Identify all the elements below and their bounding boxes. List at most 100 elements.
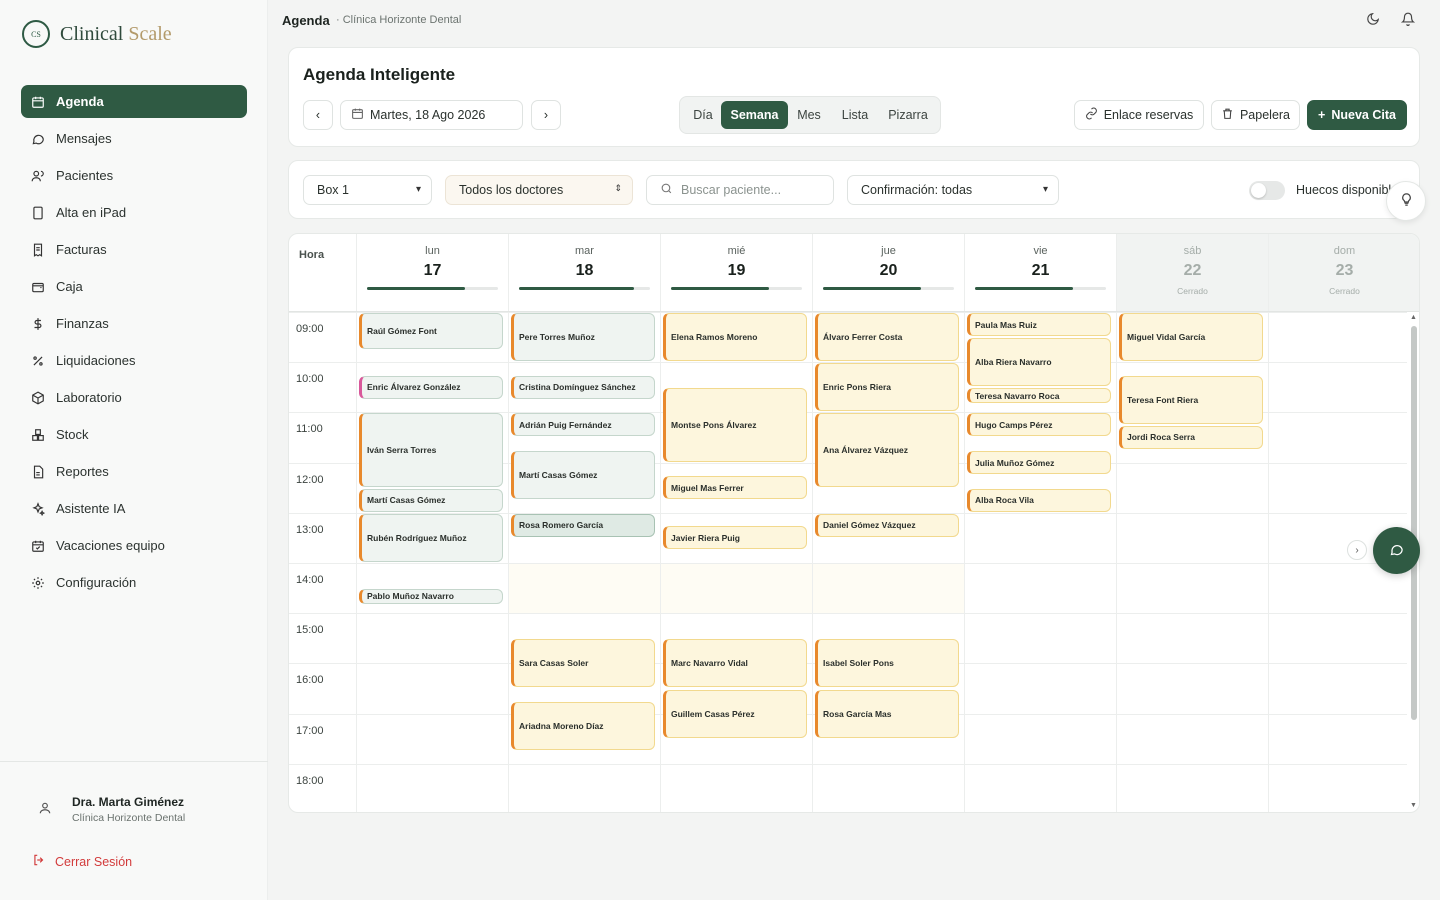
appointment-card[interactable]: Elena Ramos Moreno [663, 313, 807, 362]
appointment-card[interactable]: Rubén Rodríguez Muñoz [359, 513, 503, 562]
appointment-card[interactable]: Pablo Muñoz Navarro [359, 589, 503, 604]
day-header[interactable]: mié 19 [660, 234, 812, 311]
chat-button[interactable] [1373, 527, 1420, 574]
confirmation-select[interactable]: Confirmación: todas ▾ [847, 175, 1059, 205]
view-day-tab[interactable]: Día [684, 101, 722, 129]
sidebar-item-percent[interactable]: Liquidaciones [21, 344, 247, 377]
appointment-card[interactable]: Martí Casas Gómez [359, 488, 503, 512]
sidebar-item-calendar-check[interactable]: Vacaciones equipo [21, 529, 247, 562]
scroll-up-icon[interactable]: ▲ [1410, 314, 1417, 321]
occupancy-bar [671, 287, 802, 290]
view-board-tab[interactable]: Pizarra [880, 101, 936, 129]
moon-icon[interactable] [1366, 12, 1382, 28]
sidebar-item-label: Vacaciones equipo [56, 538, 165, 553]
day-header[interactable]: sáb 22 Cerrado [1116, 234, 1268, 311]
next-date-button[interactable]: › [531, 100, 561, 130]
sidebar-item-box[interactable]: Laboratorio [21, 381, 247, 414]
day-name: jue [881, 245, 896, 257]
appointment-card[interactable]: Miguel Mas Ferrer [663, 476, 807, 500]
message-icon [31, 132, 45, 146]
appointment-card[interactable]: Cristina Domínguez Sánchez [511, 375, 655, 399]
day-header[interactable]: vie 21 [964, 234, 1116, 311]
appointment-card[interactable]: Jordi Roca Serra [1119, 425, 1263, 450]
prev-date-button[interactable]: ‹ [303, 100, 333, 130]
sidebar-item-gear[interactable]: Configuración [21, 566, 247, 599]
appointment-card[interactable]: Teresa Navarro Roca [967, 388, 1111, 403]
sidebar-item-label: Alta en iPad [56, 205, 127, 220]
scrollbar-thumb[interactable] [1411, 326, 1417, 720]
appointment-card[interactable]: Adrián Puig Fernández [511, 413, 655, 437]
confirmation-select-value: Confirmación: todas [861, 183, 973, 197]
occupancy-fill [823, 287, 922, 290]
appointment-card[interactable]: Paula Mas Ruiz [967, 313, 1111, 337]
sidebar-item-message[interactable]: Mensajes [21, 122, 247, 155]
hour-column-header: Hora [299, 249, 325, 261]
user-name: Dra. Marta Giménez [72, 795, 185, 809]
day-header[interactable]: dom 23 Cerrado [1268, 234, 1419, 311]
user-profile[interactable]: Dra. Marta Giménez Clínica Horizonte Den… [38, 795, 185, 824]
day-header[interactable]: jue 20 [812, 234, 964, 311]
appointment-card[interactable]: Enric Álvarez González [359, 375, 503, 399]
appointment-card[interactable]: Rosa García Mas [815, 689, 959, 738]
view-list-tab[interactable]: Lista [833, 101, 877, 129]
new-appointment-button[interactable]: + Nueva Cita [1307, 100, 1407, 130]
sidebar-item-sparkles[interactable]: Asistente IA [21, 492, 247, 525]
day-header[interactable]: mar 18 [508, 234, 660, 311]
appointment-card[interactable]: Raúl Gómez Font [359, 313, 503, 349]
sidebar-item-wallet[interactable]: Caja [21, 270, 247, 303]
view-switcher: Día Semana Mes Lista Pizarra [679, 96, 941, 134]
tips-button[interactable] [1386, 181, 1426, 221]
day-header[interactable]: lun 17 [356, 234, 508, 311]
sidebar-item-tablet[interactable]: Alta en iPad [21, 196, 247, 229]
sidebar-item-users[interactable]: Pacientes [21, 159, 247, 192]
appointment-card[interactable]: Enric Pons Riera [815, 363, 959, 412]
view-month-tab[interactable]: Mes [790, 101, 828, 129]
box-select-value: Box 1 [317, 183, 349, 197]
bell-icon[interactable] [1400, 12, 1417, 28]
patient-search-input[interactable]: Buscar paciente... [646, 175, 834, 205]
sidebar-item-dollar[interactable]: Finanzas [21, 307, 247, 340]
chevron-right-icon: › [1355, 544, 1359, 556]
hour-label: 15:00 [296, 624, 324, 637]
next-week-button[interactable]: › [1347, 540, 1367, 560]
appointment-card[interactable]: Iván Serra Torres [359, 413, 503, 487]
appointment-card[interactable]: Miguel Vidal García [1119, 313, 1263, 362]
appointment-card[interactable]: Daniel Gómez Vázquez [815, 513, 959, 537]
appointment-card[interactable]: Guillem Casas Pérez [663, 689, 807, 738]
box-select[interactable]: Box 1 ▾ [303, 175, 432, 205]
date-picker[interactable]: Martes, 18 Ago 2026 [340, 100, 523, 130]
scroll-down-icon[interactable]: ▼ [1410, 802, 1417, 809]
sidebar-item-boxes[interactable]: Stock [21, 418, 247, 451]
available-slots-toggle[interactable] [1249, 181, 1285, 200]
appointment-card[interactable]: Martí Casas Gómez [511, 451, 655, 500]
appointment-card[interactable]: Rosa Romero García [511, 513, 655, 537]
view-week-tab[interactable]: Semana [721, 101, 788, 129]
appointment-card[interactable]: Álvaro Ferrer Costa [815, 313, 959, 362]
appointment-card[interactable]: Hugo Camps Pérez [967, 413, 1111, 437]
appointment-card[interactable]: Marc Navarro Vidal [663, 639, 807, 688]
appointment-card[interactable]: Ariadna Moreno Díaz [511, 702, 655, 751]
appointment-card[interactable]: Isabel Soler Pons [815, 639, 959, 688]
sidebar-item-label: Stock [56, 427, 89, 442]
booking-link-button[interactable]: Enlace reservas [1074, 100, 1204, 130]
appointment-card[interactable]: Ana Álvarez Vázquez [815, 413, 959, 487]
brand-name-main: Clinical [60, 22, 129, 45]
appointment-card[interactable]: Alba Riera Navarro [967, 338, 1111, 387]
appointment-card[interactable]: Montse Pons Álvarez [663, 388, 807, 462]
sidebar-item-calendar[interactable]: Agenda [21, 85, 247, 118]
doctor-select[interactable]: Todos los doctores ⇕ [445, 175, 633, 205]
appointment-card[interactable]: Julia Muñoz Gómez [967, 451, 1111, 475]
sidebar-item-invoice[interactable]: Facturas [21, 233, 247, 266]
appointment-patient: Teresa Font Riera [1127, 394, 1199, 405]
breadcrumb-clinic: · Clínica Horizonte Dental [336, 14, 462, 26]
sparkles-icon [31, 501, 45, 516]
trash-button[interactable]: Papelera [1211, 100, 1300, 130]
appointment-card[interactable]: Sara Casas Soler [511, 639, 655, 688]
appointment-card[interactable]: Pere Torres Muñoz [511, 313, 655, 362]
logout-button[interactable]: Cerrar Sesión [32, 853, 132, 870]
appointment-card[interactable]: Javier Riera Puig [663, 526, 807, 550]
sidebar-item-report[interactable]: Reportes [21, 455, 247, 488]
brand-logo[interactable]: CS Clinical Scale [22, 20, 172, 48]
appointment-card[interactable]: Alba Roca Vila [967, 488, 1111, 512]
appointment-card[interactable]: Teresa Font Riera [1119, 375, 1263, 424]
